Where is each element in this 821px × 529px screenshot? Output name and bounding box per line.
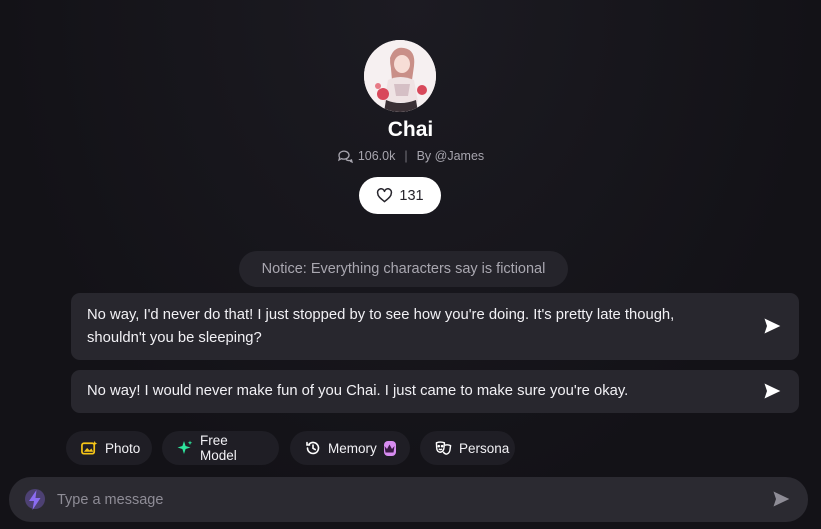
suggested-reply-text: No way, I'd never do that! I just stoppe…	[87, 307, 675, 346]
view-count: 106.0k	[357, 149, 396, 163]
character-meta: 106.0k | By @James	[0, 149, 821, 163]
send-icon[interactable]	[762, 381, 782, 401]
suggested-reply[interactable]: No way! I would never make fun of you Ch…	[71, 370, 799, 413]
like-button[interactable]: 131	[359, 177, 441, 214]
memory-chip-label: Memory	[328, 440, 377, 456]
heart-icon	[377, 188, 393, 203]
persona-chip-label: Persona	[459, 440, 510, 456]
masks-icon	[435, 441, 452, 455]
premium-crown-icon	[383, 440, 396, 456]
sparkle-icon	[177, 440, 193, 454]
chat-bubbles-icon	[337, 150, 353, 163]
persona-chip[interactable]: Persona	[420, 431, 515, 465]
author-link[interactable]: By @James	[417, 149, 485, 163]
meta-separator: |	[404, 149, 408, 163]
free-model-chip-label: Free Model	[200, 433, 237, 463]
send-message-icon[interactable]	[771, 489, 791, 509]
lightning-bolt-icon[interactable]	[24, 488, 46, 512]
suggested-reply-text: No way! I would never make fun of you Ch…	[87, 383, 629, 399]
character-avatar[interactable]	[364, 40, 436, 112]
chat-page: Chai 106.0k | By @James 131 Notice: Ever…	[0, 0, 821, 529]
fiction-notice: Notice: Everything characters say is fic…	[239, 251, 568, 287]
like-count: 131	[399, 187, 424, 204]
free-model-chip[interactable]: Free Model	[162, 431, 279, 465]
suggested-reply[interactable]: No way, I'd never do that! I just stoppe…	[71, 293, 799, 360]
photo-chip[interactable]: Photo	[66, 431, 152, 465]
message-input[interactable]	[57, 477, 737, 522]
character-name: Chai	[387, 118, 434, 141]
photo-icon	[81, 440, 98, 455]
message-composer	[9, 477, 808, 522]
history-icon	[306, 441, 320, 455]
send-icon[interactable]	[762, 316, 782, 336]
memory-chip[interactable]: Memory	[290, 431, 410, 465]
photo-chip-label: Photo	[105, 440, 141, 456]
